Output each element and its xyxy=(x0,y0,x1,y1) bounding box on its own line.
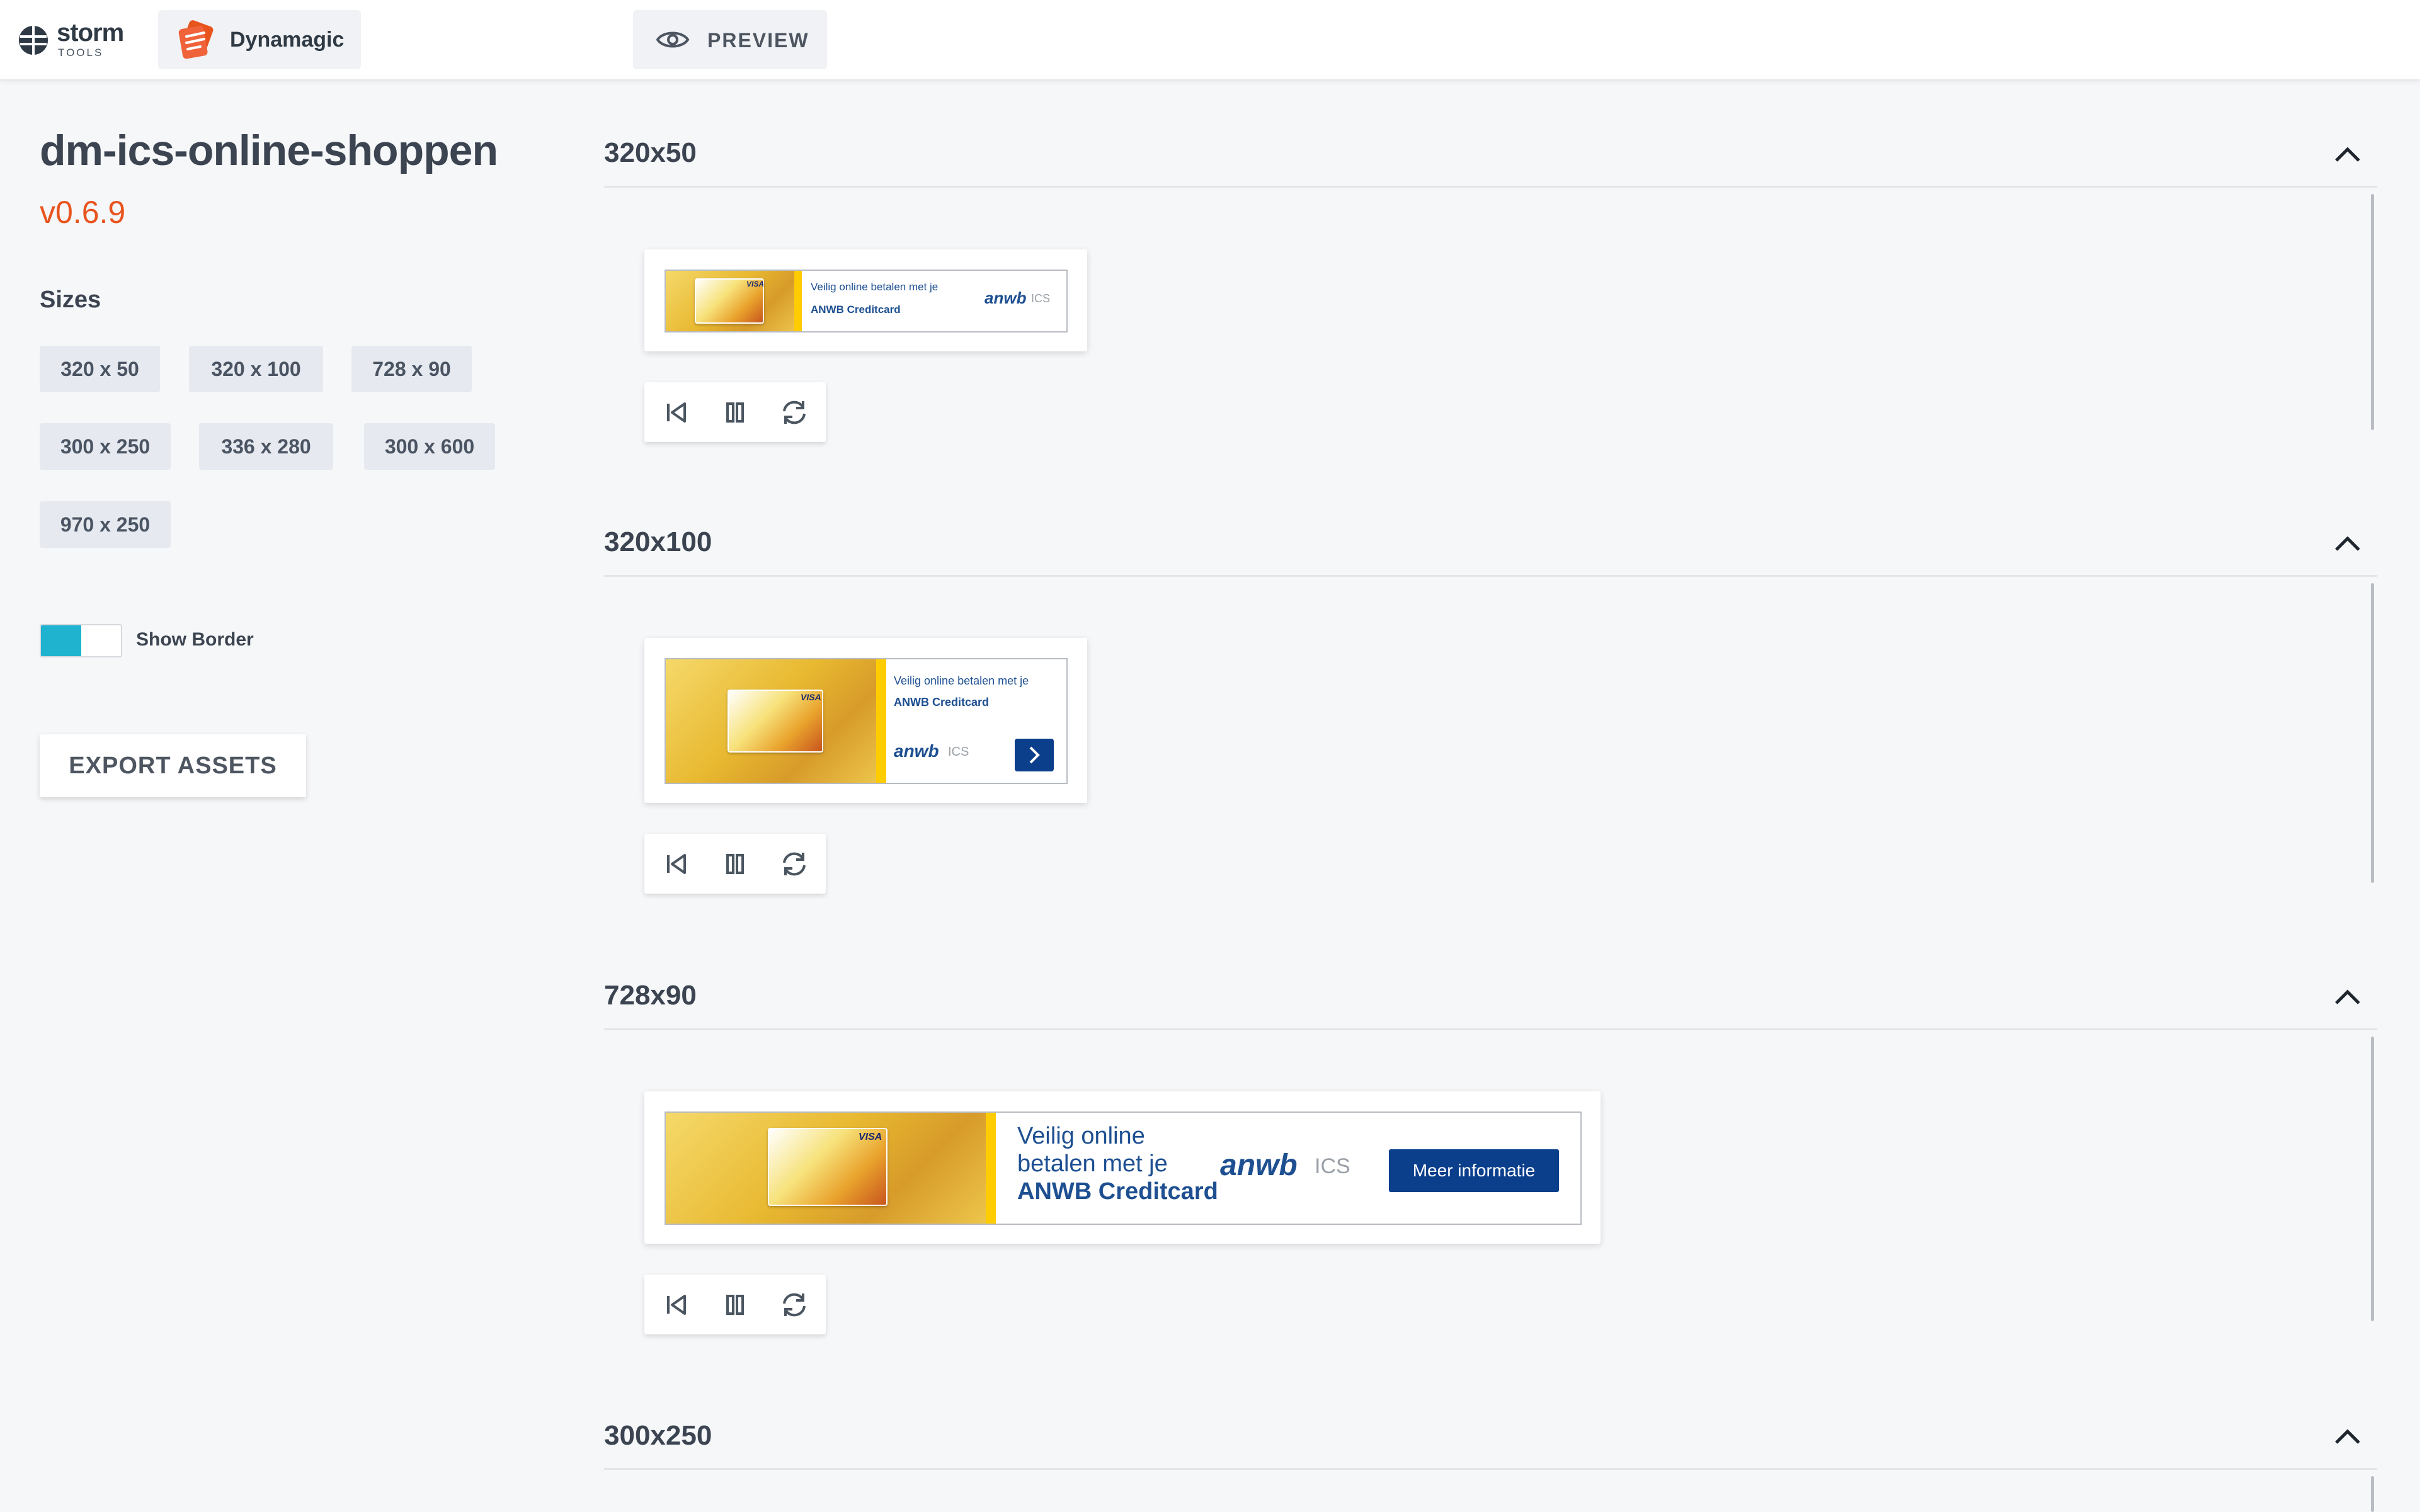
banner-text-line1a: Veilig online xyxy=(1017,1123,1145,1149)
size-chip-336x280[interactable]: 336 x 280 xyxy=(199,423,333,470)
playback-controls xyxy=(644,834,826,894)
chevron-up-icon[interactable] xyxy=(2332,1426,2363,1447)
ics-logo: ICS xyxy=(1315,1154,1350,1178)
storm-logo-icon xyxy=(19,26,48,55)
anwb-logo: anwb xyxy=(1220,1149,1298,1182)
skip-back-icon[interactable] xyxy=(661,1290,691,1320)
banner-image: VISA xyxy=(666,271,802,331)
app-tab-dynamagic[interactable]: Dynamagic xyxy=(158,10,361,69)
skip-back-icon[interactable] xyxy=(661,397,691,428)
section-divider xyxy=(604,186,2377,188)
banner-image: VISA xyxy=(666,659,886,783)
ad-frame-320x100: VISA Veilig online betalen met je ANWB C… xyxy=(644,638,1087,803)
replay-icon[interactable] xyxy=(779,1290,809,1320)
app-name: Dynamagic xyxy=(230,28,345,52)
replay-icon[interactable] xyxy=(779,397,809,428)
meer-informatie-button[interactable]: Meer informatie xyxy=(1389,1149,1559,1192)
anwb-logo: anwb xyxy=(985,288,1027,307)
section-scrollbar[interactable] xyxy=(2371,194,2374,430)
ad-frame-320x50: VISA Veilig online betalen met je ANWB C… xyxy=(644,249,1087,351)
section-title-300x250: 300x250 xyxy=(604,1420,712,1451)
chevron-up-icon[interactable] xyxy=(2332,144,2363,164)
pause-icon[interactable] xyxy=(720,849,750,879)
section-divider xyxy=(604,575,2377,577)
section-title-320x100: 320x100 xyxy=(604,526,712,557)
size-chip-300x600[interactable]: 300 x 600 xyxy=(364,423,495,470)
size-chip-300x250[interactable]: 300 x 250 xyxy=(40,423,171,470)
anwb-logo: anwb xyxy=(894,741,939,761)
logo-word: storm xyxy=(57,19,124,47)
banner-320x100[interactable]: VISA Veilig online betalen met je ANWB C… xyxy=(665,658,1068,784)
banner-text-line1: Veilig online betalen met je xyxy=(894,674,1029,687)
eye-icon xyxy=(656,31,690,48)
section-scrollbar[interactable] xyxy=(2371,583,2374,883)
size-chip-320x100[interactable]: 320 x 100 xyxy=(189,346,323,392)
visa-mark: VISA xyxy=(801,692,821,702)
visa-mark: VISA xyxy=(859,1132,882,1142)
preview-button[interactable]: PREVIEW xyxy=(633,10,827,69)
banner-stripe xyxy=(986,1113,996,1224)
section-title-728x90: 728x90 xyxy=(604,980,697,1011)
section-scrollbar[interactable] xyxy=(2371,1037,2374,1321)
size-chip-970x250[interactable]: 970 x 250 xyxy=(40,501,171,548)
banner-728x90[interactable]: VISA Veilig online betalen met je ANWB C… xyxy=(665,1111,1582,1225)
banner-text-line2: ANWB Creditcard xyxy=(894,696,990,708)
show-border-toggle[interactable] xyxy=(40,624,122,657)
storm-tools-logo[interactable]: storm TOOLS xyxy=(18,18,144,63)
pause-icon[interactable] xyxy=(720,397,750,428)
banner-stripe xyxy=(794,271,802,331)
show-border-label: Show Border xyxy=(136,629,254,650)
section-divider xyxy=(604,1028,2377,1030)
chevron-up-icon[interactable] xyxy=(2332,987,2363,1007)
skip-back-icon[interactable] xyxy=(661,849,691,879)
logo-sub: TOOLS xyxy=(58,47,104,59)
banner-text-line2: ANWB Creditcard xyxy=(811,304,901,315)
project-title: dm-ics-online-shoppen xyxy=(40,127,498,174)
pause-icon[interactable] xyxy=(720,1290,750,1320)
banner-320x50[interactable]: VISA Veilig online betalen met je ANWB C… xyxy=(665,270,1068,333)
toggle-on-indicator xyxy=(41,625,81,656)
chevron-right-icon xyxy=(1029,746,1040,764)
top-bar: storm TOOLS Dynamagic PREVIEW xyxy=(0,0,2420,81)
ad-frame-728x90: VISA Veilig online betalen met je ANWB C… xyxy=(644,1091,1601,1244)
section-title-320x50: 320x50 xyxy=(604,137,697,168)
banner-text-line2: ANWB Creditcard xyxy=(1017,1178,1218,1205)
replay-icon[interactable] xyxy=(779,849,809,879)
playback-controls xyxy=(644,382,826,442)
playback-controls xyxy=(644,1275,826,1334)
banner-image: VISA xyxy=(666,1113,996,1224)
ics-logo: ICS xyxy=(1031,292,1051,305)
banner-text-line1: Veilig online betalen met je xyxy=(811,281,939,293)
project-version: v0.6.9 xyxy=(40,195,126,230)
visa-mark: VISA xyxy=(746,280,765,288)
banner-go-button[interactable] xyxy=(1015,739,1054,771)
banner-stripe xyxy=(876,659,886,783)
sizes-label: Sizes xyxy=(40,287,101,313)
dynamagic-icon xyxy=(178,20,214,59)
ics-logo: ICS xyxy=(948,745,969,759)
preview-label: PREVIEW xyxy=(707,29,809,52)
size-chip-728x90[interactable]: 728 x 90 xyxy=(351,346,472,392)
export-assets-button[interactable]: EXPORT ASSETS xyxy=(40,734,306,797)
section-divider xyxy=(604,1468,2377,1470)
section-scrollbar[interactable] xyxy=(2371,1476,2374,1512)
banner-text-line1b: betalen met je xyxy=(1017,1151,1168,1177)
chevron-up-icon[interactable] xyxy=(2332,533,2363,554)
size-chip-320x50[interactable]: 320 x 50 xyxy=(40,346,160,392)
